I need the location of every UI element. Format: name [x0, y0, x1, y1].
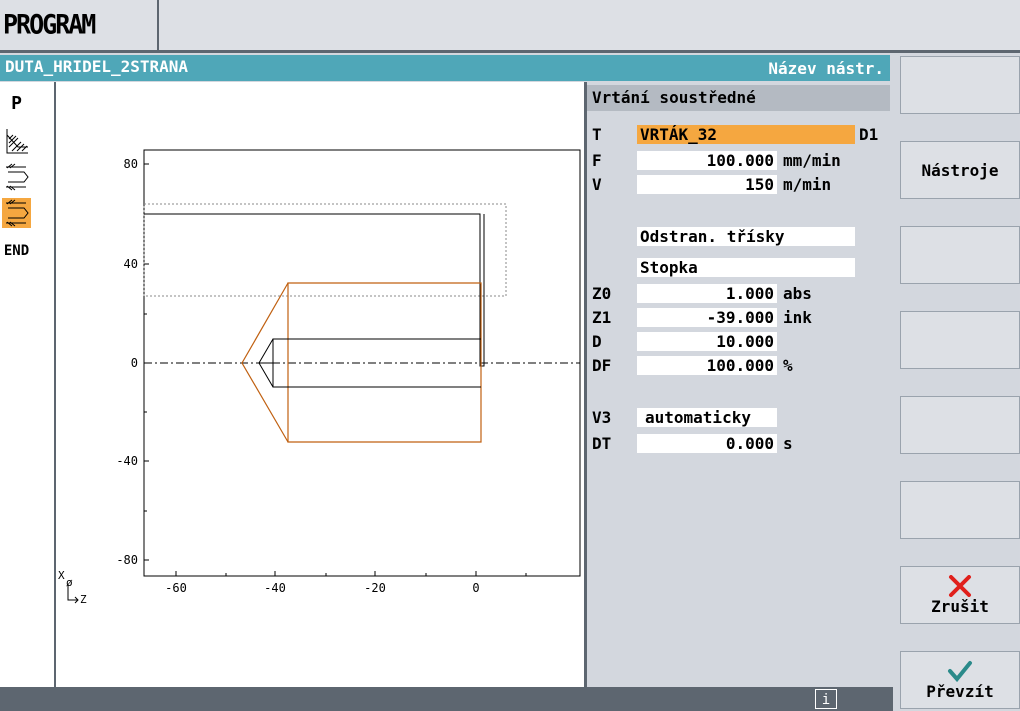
x-tick-label: 0	[472, 581, 479, 595]
vertical-softkey-bar: Nástroje Zrušit Převzít	[893, 53, 1020, 711]
program-icon-label: P	[11, 92, 22, 114]
z1-input[interactable]: -39.000	[637, 308, 777, 327]
chip-mode-select[interactable]: Odstran. třísky	[637, 227, 855, 246]
program-step-strip: P END	[0, 82, 56, 687]
feed-unit: mm/min	[783, 151, 841, 170]
dt-unit: s	[783, 434, 793, 453]
graphics-view: 80 40 0 -40 -80 -60 -40 -20 0 X Z ø	[56, 82, 587, 687]
v-label: V	[592, 175, 602, 194]
y-axis-ticks	[144, 163, 149, 561]
df-label: DF	[592, 356, 612, 375]
y-tick-label: -40	[116, 454, 138, 468]
drill-center-icon[interactable]	[2, 198, 31, 228]
cancel-button[interactable]: Zrušit	[900, 566, 1020, 624]
program-name: DUTA_HRIDEL_2STRANA	[5, 57, 189, 76]
accept-button[interactable]: Převzít	[900, 651, 1020, 709]
f-label: F	[592, 151, 602, 170]
x-tick-label: -40	[264, 581, 286, 595]
top-bar: PROGRAM	[0, 0, 1020, 52]
d-number-label: D1	[859, 125, 879, 144]
z1-label: Z1	[592, 308, 612, 327]
softkey-6[interactable]	[900, 481, 1020, 539]
simulation-graphic: 80 40 0 -40 -80 -60 -40 -20 0 X Z ø	[58, 149, 581, 606]
turning-icon[interactable]	[2, 126, 31, 156]
axis-z-label: Z	[80, 593, 87, 606]
y-tick-label: -80	[116, 553, 138, 567]
v3-label: V3	[592, 408, 612, 427]
program-header-icon[interactable]: P	[2, 88, 31, 118]
d-label: D	[592, 332, 602, 351]
z0-unit: abs	[783, 284, 812, 303]
form-title: Vrtání soustředné	[587, 85, 890, 111]
z1-unit: ink	[783, 308, 812, 327]
y-tick-label: 80	[124, 157, 138, 171]
x-tick-label: -20	[364, 581, 386, 595]
softkey-3[interactable]	[900, 226, 1020, 284]
field-hint: Název nástr.	[768, 59, 884, 78]
y-tick-label: 40	[124, 257, 138, 271]
speed-input[interactable]: 150	[637, 175, 777, 194]
cancel-label: Zrušit	[931, 596, 989, 616]
cancel-x-icon	[949, 574, 971, 597]
drill-icon[interactable]	[2, 162, 31, 192]
speed-unit: m/min	[783, 175, 832, 194]
end-label: END	[3, 243, 30, 259]
axis-x-label: X	[58, 569, 65, 582]
part-contour	[144, 213, 485, 367]
end-icon[interactable]: END	[2, 236, 31, 266]
z0-input[interactable]: 1.000	[637, 284, 777, 303]
t-label: T	[592, 125, 602, 144]
d-input[interactable]: 10.000	[637, 332, 777, 351]
x-tick-label: -60	[165, 581, 187, 595]
df-input[interactable]: 100.000	[637, 356, 777, 375]
divider	[0, 50, 1020, 53]
x-axis-ticks	[175, 571, 527, 576]
v3-select[interactable]: automaticky	[637, 408, 777, 427]
feed-input[interactable]: 100.000	[637, 151, 777, 170]
df-unit: %	[783, 356, 793, 375]
softkey-4[interactable]	[900, 311, 1020, 369]
axis-diameter-symbol: ø	[66, 576, 73, 589]
shank-select[interactable]: Stopka	[637, 258, 855, 277]
workpiece-outline	[143, 203, 507, 297]
app-title: PROGRAM	[0, 0, 159, 52]
y-tick-label: 0	[131, 356, 138, 370]
parameter-form: Vrtání soustředné T VRTÁK_32 D1 F 100.00…	[587, 82, 890, 687]
softkey-5[interactable]	[900, 396, 1020, 454]
dt-input[interactable]: 0.000	[637, 434, 777, 453]
tools-button[interactable]: Nástroje	[900, 141, 1020, 199]
dt-label: DT	[592, 434, 612, 453]
checkmark-icon	[948, 660, 972, 682]
header-bar: DUTA_HRIDEL_2STRANA Název nástr.	[0, 55, 890, 81]
accept-label: Převzít	[926, 681, 994, 701]
tool-name-input[interactable]: VRTÁK_32	[637, 125, 855, 144]
info-icon[interactable]: i	[815, 689, 837, 709]
z0-label: Z0	[592, 284, 612, 303]
status-bar	[0, 687, 893, 711]
softkey-1[interactable]	[900, 56, 1020, 114]
